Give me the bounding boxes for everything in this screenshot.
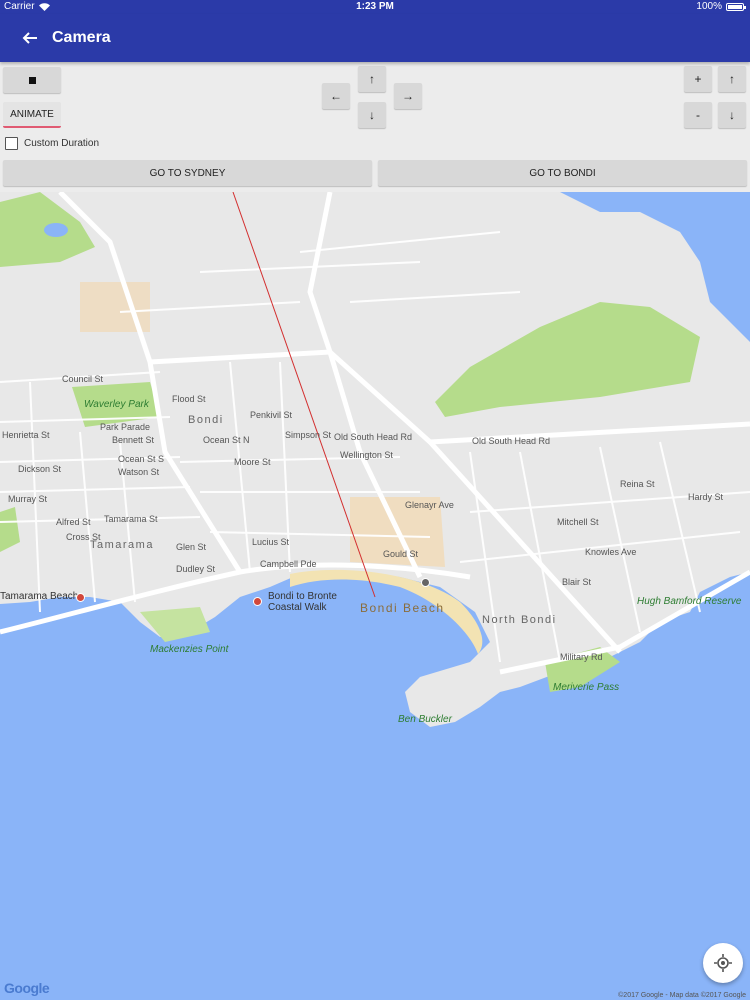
street-label: Wellington St xyxy=(340,450,393,460)
beach-label-bondi: Bondi Beach xyxy=(360,601,445,615)
custom-duration-checkbox[interactable] xyxy=(5,137,18,150)
park-label-waverley-park: Waverley Park xyxy=(84,399,149,410)
tilt-up-button[interactable]: ↑ xyxy=(718,66,746,92)
google-logo: Google xyxy=(4,980,50,996)
battery-percent: 100% xyxy=(696,1,722,12)
battery-info: 100% xyxy=(696,1,746,12)
street-label: Dudley St xyxy=(176,564,216,574)
animate-toggle[interactable]: ANIMATE xyxy=(3,102,61,128)
street-label: Ocean St N xyxy=(203,435,250,445)
street-label: Bennett St xyxy=(112,435,155,445)
street-label: Dickson St xyxy=(18,464,62,474)
go-to-sydney-button[interactable]: GO TO SYDNEY xyxy=(3,160,372,186)
street-label: Old South Head Rd xyxy=(334,432,413,442)
tilt-down-button[interactable]: ↓ xyxy=(718,102,746,128)
street-label: Blair St xyxy=(562,577,592,587)
camera-controls-panel: ANIMATE ↑ ← → ↓ + - ↑ ↓ Custom Duration … xyxy=(0,62,750,192)
street-label: Watson St xyxy=(118,467,160,477)
street-label: Simpson St xyxy=(285,430,332,440)
custom-duration-row: Custom Duration xyxy=(5,137,99,150)
map-attribution: ©2017 Google - Map data ©2017 Google xyxy=(618,992,746,999)
google-logo-text: Google xyxy=(4,980,50,996)
park-label-hugh-bamford-reserve: Hugh Bamford Reserve xyxy=(637,596,742,607)
street-label: Flood St xyxy=(172,394,206,404)
my-location-icon xyxy=(714,954,732,972)
street-label: Old South Head Rd xyxy=(472,436,551,446)
street-label: Penkivil St xyxy=(250,410,293,420)
street-label: Reina St xyxy=(620,479,655,489)
poi-label-tamarama-beach: Tamarama Beach xyxy=(0,591,79,602)
status-time: 1:23 PM xyxy=(356,1,394,12)
street-label: Hardy St xyxy=(688,492,724,502)
custom-duration-label: Custom Duration xyxy=(24,138,100,149)
poi-marker-icon[interactable] xyxy=(253,597,262,606)
street-label: Henrietta St xyxy=(2,430,50,440)
suburb-label-bondi: Bondi xyxy=(188,414,224,426)
suburb-label-north-bondi: North Bondi xyxy=(482,614,557,626)
app-bar: Camera xyxy=(0,14,750,62)
scroll-down-button[interactable]: ↓ xyxy=(358,102,386,128)
street-label: Glen St xyxy=(176,542,207,552)
street-label: Alfred St xyxy=(56,517,91,527)
park-label-mackenzies-point: Mackenzies Point xyxy=(150,644,229,655)
park-label-meriverie-pass: Meriverie Pass xyxy=(553,682,620,693)
street-label: Park Parade xyxy=(100,422,151,432)
status-bar: Carrier 1:23 PM 100% xyxy=(0,0,750,14)
park-label-ben-buckler: Ben Buckler xyxy=(398,714,452,725)
stop-square-icon xyxy=(28,76,36,84)
stop-button[interactable] xyxy=(3,67,61,93)
go-to-bondi-button[interactable]: GO TO BONDI xyxy=(378,160,747,186)
street-label: Tamarama St xyxy=(104,514,158,524)
street-label: Moore St xyxy=(234,457,271,467)
my-location-button[interactable] xyxy=(703,943,743,983)
street-label: Ocean St S xyxy=(118,454,165,464)
street-label: Knowles Ave xyxy=(585,547,637,557)
page-title: Camera xyxy=(52,29,111,46)
street-label: Murray St xyxy=(8,494,48,504)
scroll-right-button[interactable]: → xyxy=(394,83,422,109)
poi-label-coastal-walk: Bondi to Bronte Coastal Walk xyxy=(268,591,337,613)
zoom-in-button[interactable]: + xyxy=(684,66,712,92)
street-label: Council St xyxy=(62,374,104,384)
street-label: Campbell Pde xyxy=(260,559,317,569)
back-button[interactable] xyxy=(10,18,50,58)
shopping-marker-icon[interactable] xyxy=(421,578,430,587)
scroll-up-button[interactable]: ↑ xyxy=(358,66,386,92)
battery-icon xyxy=(726,2,746,11)
map-view[interactable]: Bondi Tamarama North Bondi Council St Fl… xyxy=(0,192,750,1000)
scroll-left-button[interactable]: ← xyxy=(322,83,350,109)
arrow-back-icon xyxy=(22,32,37,44)
street-label: Lucius St xyxy=(252,537,290,547)
street-label: Military Rd xyxy=(560,652,603,662)
street-label: Cross St xyxy=(66,532,101,542)
street-label: Gould St xyxy=(383,549,419,559)
poi-marker-icon[interactable] xyxy=(76,593,85,602)
zoom-out-button[interactable]: - xyxy=(684,102,712,128)
street-label: Mitchell St xyxy=(557,517,599,527)
street-label: Glenayr Ave xyxy=(405,500,454,510)
